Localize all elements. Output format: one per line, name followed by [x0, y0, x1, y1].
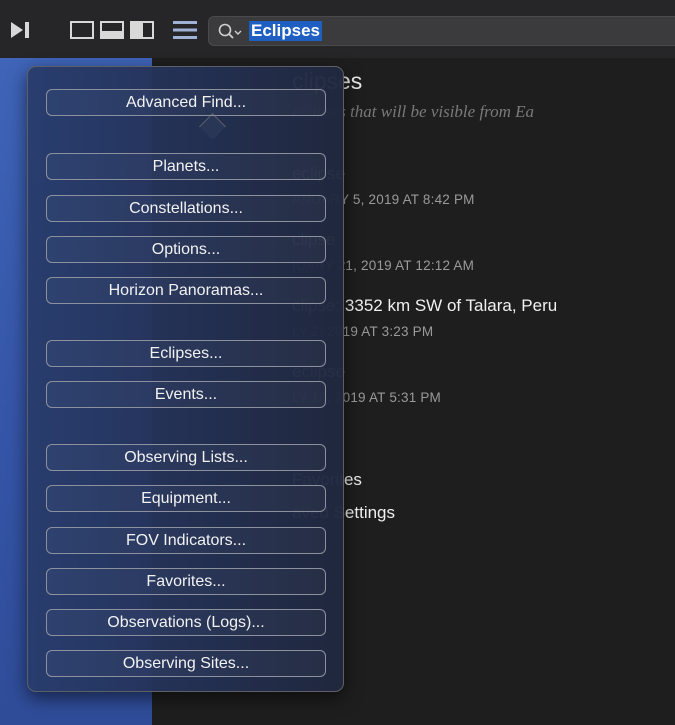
menu-icon[interactable] [168, 16, 202, 44]
equipment-button[interactable]: Equipment... [46, 485, 326, 512]
step-forward-icon[interactable] [6, 18, 36, 42]
advanced-find-button[interactable]: Advanced Find... [46, 89, 326, 116]
popover-arrow [199, 113, 226, 140]
events-button[interactable]: Events... [46, 381, 326, 408]
horizon-panoramas-button[interactable]: Horizon Panoramas... [46, 277, 326, 304]
main-menu-popover: Advanced Find... Planets... Constellatio… [27, 66, 344, 692]
observations-logs-button[interactable]: Observations (Logs)... [46, 609, 326, 636]
layout-panels-icon[interactable] [68, 18, 158, 42]
search-icon[interactable] [217, 23, 245, 46]
constellations-button[interactable]: Constellations... [46, 195, 326, 222]
search-input-value[interactable]: Eclipses [249, 21, 322, 41]
eclipses-button[interactable]: Eclipses... [46, 340, 326, 367]
observing-sites-button[interactable]: Observing Sites... [46, 650, 326, 677]
favorites-button[interactable]: Favorites... [46, 568, 326, 595]
planets-button[interactable]: Planets... [46, 153, 326, 180]
observing-lists-button[interactable]: Observing Lists... [46, 444, 326, 471]
options-button[interactable]: Options... [46, 236, 326, 263]
fov-indicators-button[interactable]: FOV Indicators... [46, 527, 326, 554]
toolbar: Eclipses [0, 0, 675, 58]
search-field[interactable]: Eclipses [208, 16, 675, 46]
